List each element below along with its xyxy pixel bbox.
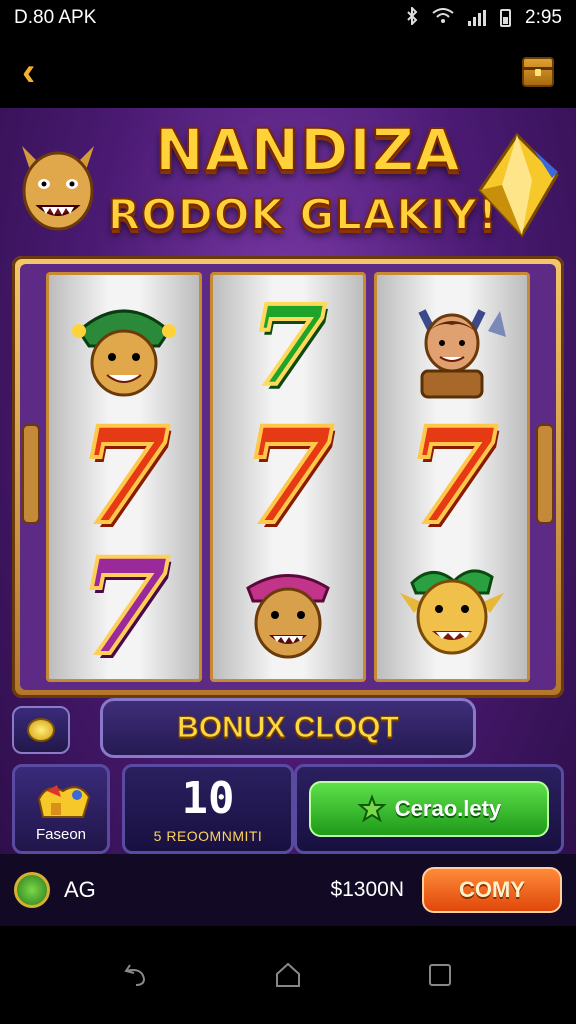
region-label: AG: [64, 877, 96, 902]
status-time: 2:95: [525, 7, 562, 28]
symbol-seven: 7: [404, 398, 500, 554]
symbol-gold-goblin: [387, 546, 517, 670]
spin-button[interactable]: Cerao.lety: [309, 781, 549, 837]
app-top-bar: ‹: [0, 36, 576, 108]
symbol-horned-warrior: [387, 284, 517, 408]
reel-frame: 7 7 7 7 7: [12, 256, 564, 698]
back-nav-icon[interactable]: [116, 955, 156, 995]
signal-icon: [468, 10, 487, 26]
symbol-seven: 7: [248, 281, 329, 411]
free-spins-counter: 10 5 REOOMNMITI: [122, 764, 294, 854]
gold-gem-icon: [478, 132, 559, 238]
payline-marker-right: [536, 424, 554, 524]
battery-icon: [500, 9, 512, 27]
status-bar: D.80 APK 2:95: [0, 0, 576, 36]
free-spins-count: 10: [181, 773, 235, 824]
info-bar: AG $1300N COMY: [0, 854, 576, 926]
spin-label: Cerao.lety: [394, 796, 502, 821]
globe-icon[interactable]: [14, 872, 50, 908]
reel-2[interactable]: 7 7: [210, 272, 366, 682]
control-row: Faseon 10 5 REOOMNMITI Cerao.lety: [12, 764, 564, 854]
copy-label: COMY: [459, 877, 525, 902]
free-spins-label: 5 REOOMNMITI: [153, 828, 263, 844]
coin-icon: [27, 718, 55, 742]
pirate-face-icon: [246, 573, 330, 659]
copy-button[interactable]: COMY: [422, 867, 562, 913]
reel-1[interactable]: 7 7: [46, 272, 202, 682]
balance-value: $1300N: [330, 878, 404, 901]
system-nav-bar: [0, 926, 576, 1024]
symbol-seven: 7: [240, 398, 336, 554]
payline-marker-left: [22, 424, 40, 524]
bluetooth-icon: [406, 5, 418, 30]
recents-nav-icon[interactable]: [420, 955, 460, 995]
reel-3[interactable]: 7: [374, 272, 530, 682]
chevron-left-icon[interactable]: ‹: [22, 52, 35, 92]
horned-warrior-icon: [418, 309, 506, 399]
bonus-banner[interactable]: BONUX CLOQT: [100, 698, 476, 758]
symbol-goblin-jester: [59, 284, 189, 408]
symbol-pirate-face: [223, 546, 353, 670]
leaf-icon: [357, 794, 387, 823]
gold-goblin-icon: [400, 569, 504, 655]
slot-game: NANDIZA RODOK GLAKIY! 7 7 7 7 7 BONUX CL…: [0, 108, 576, 926]
feature-button[interactable]: Faseon: [12, 764, 110, 854]
feature-label: Faseon: [35, 826, 87, 843]
wifi-icon: [432, 7, 454, 29]
coin-button[interactable]: [12, 706, 70, 754]
treasure-chest-icon[interactable]: [522, 57, 554, 87]
game-title: NANDIZA RODOK GLAKIY!: [0, 108, 576, 258]
bonus-label: BONUX CLOQT: [177, 711, 400, 745]
treasure-pile-icon: [37, 785, 91, 818]
goblin-jester-icon: [72, 309, 176, 397]
status-left-text: D.80 APK: [14, 7, 97, 28]
spin-panel: Cerao.lety: [294, 764, 564, 854]
home-nav-icon[interactable]: [268, 955, 308, 995]
symbol-seven: 7: [76, 398, 172, 554]
symbol-seven: 7: [76, 529, 172, 685]
